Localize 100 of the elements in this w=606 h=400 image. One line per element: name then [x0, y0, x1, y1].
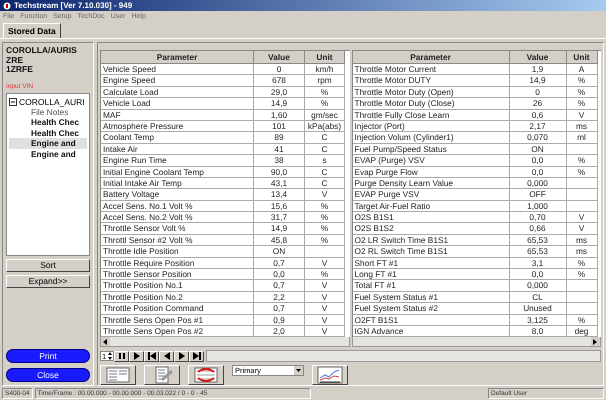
tab[interactable]: Stored Data: [3, 23, 61, 38]
sidebar-button[interactable]: Expand>>: [6, 274, 90, 288]
parameter-cell: Throttle Motor Duty (Close): [352, 98, 510, 110]
unit-cell: %: [305, 86, 345, 98]
parameter-cell: Throttle Motor DUTY: [352, 75, 510, 87]
sidebar-button[interactable]: Sort: [6, 258, 90, 272]
value-cell: 31,7: [254, 212, 305, 224]
unit-cell: A: [566, 64, 598, 76]
parameter-cell: Engine Run Time: [101, 155, 254, 167]
notes-button[interactable]: [144, 365, 180, 385]
parameter-cell: Throttle Fully Close Learn: [352, 110, 510, 121]
parameter-cell: Throttle Position Command: [101, 303, 254, 315]
value-cell: 65,53: [510, 234, 566, 246]
value-cell: 0,0: [510, 269, 566, 280]
value-cell: 0,0: [510, 166, 566, 178]
parameter-cell: Battery Voltage: [101, 189, 254, 201]
parameter-cell: Throttle Motor Current: [352, 64, 510, 76]
action-button[interactable]: Print: [6, 349, 90, 363]
column-header: Unit: [566, 51, 598, 64]
tree-root[interactable]: COROLLA_AURI: [19, 96, 85, 106]
parameter-cell: Fuel System Status #1: [352, 292, 510, 304]
unit-cell: ml: [566, 132, 598, 144]
value-cell: 0: [510, 86, 566, 98]
unit-cell: ms: [566, 120, 598, 132]
value-cell: 0,70: [510, 212, 566, 224]
value-cell: 14,9: [510, 75, 566, 87]
empty-cell: [566, 144, 598, 156]
unit-cell: V: [305, 292, 345, 304]
unit-cell: ms: [566, 246, 598, 258]
value-cell: 0,0: [254, 269, 305, 280]
column-header: Parameter: [101, 51, 254, 64]
value-cell: 0,9: [254, 314, 305, 326]
unit-cell: gm/sec: [305, 110, 345, 121]
collapse-icon[interactable]: [9, 98, 17, 106]
value-cell: 65,53: [510, 246, 566, 258]
play-button[interactable]: [129, 350, 144, 362]
unit-cell: C: [305, 166, 345, 178]
empty-cell: [566, 200, 598, 212]
value-cell: 0,000: [510, 178, 566, 190]
value-cell: OFF: [510, 189, 566, 201]
action-button[interactable]: Close: [6, 368, 90, 382]
tree-item[interactable]: Engine and: [9, 148, 87, 159]
step-forward-button[interactable]: [174, 350, 189, 362]
tree-item[interactable]: Engine and: [9, 138, 87, 148]
unit-cell: %: [305, 223, 345, 235]
scroll-left-icon[interactable]: [103, 338, 108, 345]
value-cell: 2,2: [254, 292, 305, 304]
parameter-cell: Long FT #1: [352, 269, 510, 280]
timeline-track[interactable]: [206, 350, 601, 362]
value-cell: 2,17: [510, 120, 566, 132]
unit-cell: V: [305, 280, 345, 292]
parameter-cell: EVAP (Purge) VSV: [352, 155, 510, 167]
parameter-cell: Engine Speed: [101, 75, 254, 87]
parameter-cell: Throttl Sensor #2 Volt %: [101, 234, 254, 246]
parameter-cell: Injector (Port): [352, 120, 510, 132]
unit-cell: C: [305, 132, 345, 144]
swap-button[interactable]: [188, 365, 224, 385]
horizontal-scrollbar[interactable]: [352, 337, 601, 348]
tree-item[interactable]: Health Chec: [9, 117, 87, 128]
parameter-cell: Evap Purge Flow: [352, 166, 510, 178]
unit-cell: V: [566, 223, 598, 235]
unit-cell: rpm: [305, 75, 345, 87]
pause-button[interactable]: [114, 350, 129, 362]
empty-cell: [305, 246, 345, 258]
value-cell: 678: [254, 75, 305, 87]
value-cell: 1,60: [254, 110, 305, 121]
skip-start-button[interactable]: [144, 350, 159, 362]
parameter-cell: Total FT #1: [352, 280, 510, 292]
value-cell: 101: [254, 120, 305, 132]
value-cell: 0,7: [254, 280, 305, 292]
value-cell: 3,1: [510, 258, 566, 270]
parameter-cell: Throttle Motor Duty (Open): [352, 86, 510, 98]
value-cell: 43,1: [254, 178, 305, 190]
tree-item[interactable]: Health Chec: [9, 128, 87, 138]
unit-cell: %: [305, 200, 345, 212]
skip-end-button[interactable]: [189, 350, 204, 362]
list-view-button[interactable]: [100, 365, 136, 385]
value-cell: 0,000: [510, 280, 566, 292]
parameter-cell: O2FT B1S1: [352, 314, 510, 326]
tree-item[interactable]: File Notes: [9, 106, 87, 117]
value-cell: 0,070: [510, 132, 566, 144]
parameter-cell: Throttle Sensor Volt %: [101, 223, 254, 235]
horizontal-scrollbar[interactable]: [100, 337, 350, 348]
step-back-button[interactable]: [159, 350, 174, 362]
graph-button[interactable]: [312, 365, 348, 385]
unit-cell: %: [566, 258, 598, 270]
parameter-cell: Atmosphere Pressure: [101, 120, 254, 132]
step-forward-icon: [178, 352, 186, 360]
unit-cell: C: [305, 178, 345, 190]
parameter-cell: Injection Volum (Cylinder1): [352, 132, 510, 144]
scroll-right-icon[interactable]: [593, 338, 598, 345]
parameter-cell: Initial Engine Coolant Temp: [101, 166, 254, 178]
value-cell: ON: [510, 144, 566, 156]
value-cell: ON: [254, 246, 305, 258]
value-cell: 41: [254, 144, 305, 156]
parameter-cell: O2 RL Switch Time B1S1: [352, 246, 510, 258]
value-cell: 1,9: [510, 64, 566, 76]
parameter-cell: Throttle Sensor Position: [101, 269, 254, 280]
empty-cell: [566, 178, 598, 190]
empty-cell: [566, 303, 598, 315]
